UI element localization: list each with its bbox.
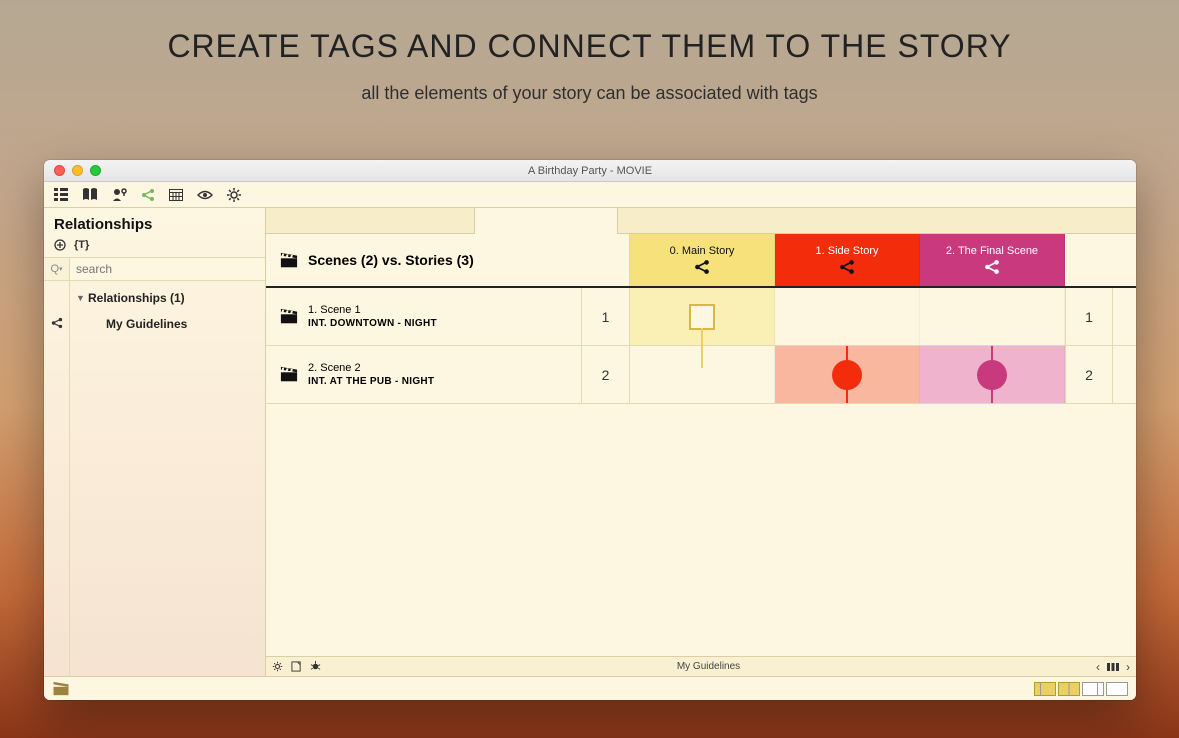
matrix-title-text: Scenes (2) vs. Stories (3) xyxy=(308,252,474,268)
hero: CREATE TAGS AND CONNECT THEM TO THE STOR… xyxy=(0,0,1179,104)
add-button[interactable] xyxy=(54,239,66,251)
share-icon xyxy=(984,259,1000,275)
tag-marker-dot[interactable] xyxy=(977,360,1007,390)
sidebar: Relationships {T} Q▾ ▼ xyxy=(44,208,266,676)
status-center-label: My Guidelines xyxy=(677,661,740,672)
share-icon xyxy=(839,259,855,275)
scene-cell[interactable]: 1. Scene 1 INT. DOWNTOWN - NIGHT xyxy=(266,288,582,345)
scene-title: 1. Scene 1 xyxy=(308,304,437,316)
row-number-right: 2 xyxy=(1065,346,1113,403)
share-icon xyxy=(694,259,710,275)
layout-full-button[interactable] xyxy=(1106,682,1128,696)
matrix-title-cell: Scenes (2) vs. Stories (3) xyxy=(266,234,630,286)
columns-icon[interactable] xyxy=(1106,662,1120,672)
tree-root-item[interactable]: ▼ Relationships (1) xyxy=(70,285,265,311)
tag-marker-dot[interactable] xyxy=(832,360,862,390)
scene-slug: INT. AT THE PUB - NIGHT xyxy=(308,376,434,387)
hero-title: CREATE TAGS AND CONNECT THEM TO THE STOR… xyxy=(0,28,1179,65)
matrix-row: 2. Scene 2 INT. AT THE PUB - NIGHT 2 2 xyxy=(266,346,1136,404)
scene-cell[interactable]: 2. Scene 2 INT. AT THE PUB - NIGHT xyxy=(266,346,582,403)
hero-subtitle: all the elements of your story can be as… xyxy=(0,83,1179,104)
person-tag-icon[interactable] xyxy=(112,188,127,202)
disclosure-triangle-icon[interactable]: ▼ xyxy=(76,293,85,303)
matrix-cell[interactable] xyxy=(775,346,920,403)
clapper-icon xyxy=(280,252,298,268)
tree-child-item[interactable]: My Guidelines xyxy=(70,311,265,337)
scene-slug: INT. DOWNTOWN - NIGHT xyxy=(308,318,437,329)
layout-split-button[interactable] xyxy=(1058,682,1080,696)
book-icon[interactable] xyxy=(82,188,98,201)
matrix-cell[interactable] xyxy=(630,288,775,345)
bug-icon[interactable] xyxy=(310,661,321,672)
prev-button[interactable]: ‹ xyxy=(1096,660,1100,674)
tree-child-label: My Guidelines xyxy=(106,317,187,331)
window-zoom-button[interactable] xyxy=(90,165,101,176)
window-title: A Birthday Party - MOVIE xyxy=(528,165,652,177)
clapper-icon xyxy=(280,366,298,382)
outline-icon[interactable] xyxy=(54,188,68,201)
tree-root-label: Relationships (1) xyxy=(88,291,185,305)
matrix-header: Scenes (2) vs. Stories (3) 0. Main Story… xyxy=(266,234,1136,288)
share-icon[interactable] xyxy=(141,188,155,202)
window-close-button[interactable] xyxy=(54,165,65,176)
column-header-0-label: 0. Main Story xyxy=(670,245,735,257)
search-input[interactable] xyxy=(70,258,265,280)
template-icon[interactable]: {T} xyxy=(74,239,89,251)
active-tab[interactable] xyxy=(474,208,618,234)
layout-buttons xyxy=(1034,682,1128,696)
matrix-cell[interactable] xyxy=(775,288,920,345)
matrix-cell[interactable] xyxy=(920,288,1065,345)
clapper-icon xyxy=(280,308,298,324)
column-header-0[interactable]: 0. Main Story xyxy=(630,234,775,286)
search-scope-button[interactable]: Q▾ xyxy=(44,258,70,280)
matrix-cell[interactable] xyxy=(630,346,775,403)
tab-strip[interactable] xyxy=(266,208,1136,234)
toolbar xyxy=(44,182,1136,208)
titlebar: A Birthday Party - MOVIE xyxy=(44,160,1136,182)
share-small-icon[interactable] xyxy=(51,317,63,329)
main-area: Scenes (2) vs. Stories (3) 0. Main Story… xyxy=(266,208,1136,676)
row-number-left: 1 xyxy=(582,288,630,345)
column-header-2-label: 2. The Final Scene xyxy=(946,245,1038,257)
app-window: A Birthday Party - MOVIE Relationships xyxy=(44,160,1136,700)
row-number-right: 1 xyxy=(1065,288,1113,345)
layout-right-button[interactable] xyxy=(1082,682,1104,696)
scene-title: 2. Scene 2 xyxy=(308,362,434,374)
column-header-1-label: 1. Side Story xyxy=(816,245,879,257)
layout-left-button[interactable] xyxy=(1034,682,1056,696)
eye-icon[interactable] xyxy=(197,190,213,200)
clapper-small-icon[interactable] xyxy=(52,681,70,696)
column-header-1[interactable]: 1. Side Story xyxy=(775,234,920,286)
bottom-bar xyxy=(44,676,1136,700)
matrix-row: 1. Scene 1 INT. DOWNTOWN - NIGHT 1 1 xyxy=(266,288,1136,346)
column-header-2[interactable]: 2. The Final Scene xyxy=(920,234,1065,286)
sidebar-title: Relationships xyxy=(44,208,265,239)
row-number-left: 2 xyxy=(582,346,630,403)
matrix-cell[interactable] xyxy=(920,346,1065,403)
note-icon[interactable] xyxy=(291,661,302,672)
next-button[interactable]: › xyxy=(1126,660,1130,674)
tag-marker-square[interactable] xyxy=(689,304,715,330)
matrix-empty-area xyxy=(266,404,1136,656)
window-minimize-button[interactable] xyxy=(72,165,83,176)
gear-icon[interactable] xyxy=(227,188,241,202)
calendar-icon[interactable] xyxy=(169,188,183,201)
gear-small-icon[interactable] xyxy=(272,661,283,672)
sidebar-tree: ▼ Relationships (1) My Guidelines xyxy=(44,281,265,676)
status-bar: My Guidelines ‹ › xyxy=(266,656,1136,676)
